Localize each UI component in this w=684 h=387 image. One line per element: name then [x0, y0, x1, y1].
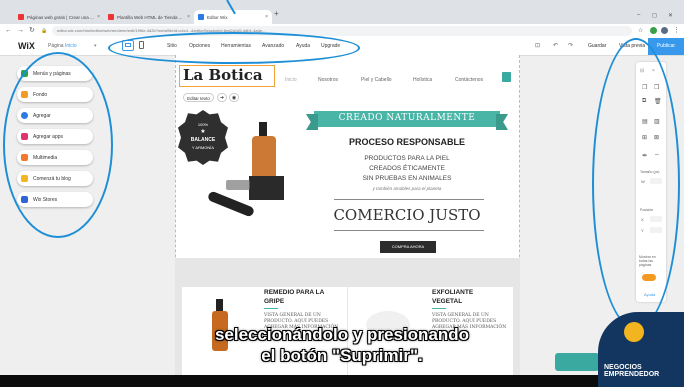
- feature-line-3: SIN PRUEBAS EN ANIMALES: [362, 175, 452, 182]
- card-title: GRIPE: [264, 298, 285, 305]
- lock-icon: 🔒: [41, 28, 48, 34]
- image-tooltip: [226, 180, 250, 190]
- feature-italic: y también amables para el planeta: [372, 186, 442, 191]
- undo-icon[interactable]: ↶: [553, 42, 558, 49]
- site-nav-holistica[interactable]: Holística: [413, 77, 432, 83]
- animation-icon[interactable]: ➜: [217, 93, 227, 102]
- tab-label: Plantilla Web HTML de Tienda ...: [117, 14, 183, 20]
- tab-label: Editor Wix: [207, 14, 228, 20]
- settings-icon[interactable]: ◉: [229, 93, 239, 102]
- proceso-heading: PROCESO RESPONSABLE: [348, 137, 466, 147]
- highlight-right-panel: [592, 38, 680, 330]
- chevron-down-icon[interactable]: ▾: [94, 43, 97, 49]
- close-icon[interactable]: ×: [184, 14, 190, 20]
- card-accent: [432, 308, 446, 309]
- feature-line-2: CREADOS ÉTICAMENTE: [369, 165, 445, 172]
- divider-top: [334, 199, 484, 200]
- site-nav-piel[interactable]: Piel y Cabello: [361, 77, 392, 83]
- sun-icon: [624, 322, 644, 342]
- close-icon[interactable]: ×: [262, 14, 268, 20]
- forward-icon[interactable]: →: [17, 27, 24, 35]
- subtitle: seleccionándolo y presionando el botón "…: [0, 324, 684, 366]
- bottle-label: [249, 176, 284, 200]
- site-nav-contactenos[interactable]: Contáctenos: [455, 77, 483, 83]
- wix-logo[interactable]: WiX: [18, 41, 35, 51]
- badge-percent: 100%: [197, 122, 209, 127]
- new-tab-icon[interactable]: +: [274, 9, 279, 18]
- card-title: REMEDIO PARA LA: [264, 289, 325, 296]
- highlight-left-panel: [3, 52, 113, 238]
- card-title: VEGETAL: [432, 298, 463, 305]
- tab-favicon-icon: [108, 14, 114, 20]
- star-icon: ★: [200, 129, 206, 135]
- brand-text: NEGOCIOS EMPRENDEDOR: [604, 364, 660, 378]
- card-accent: [264, 308, 278, 309]
- divider-bottom: [334, 230, 484, 231]
- brand-badge: NEGOCIOS EMPRENDEDOR: [598, 312, 684, 387]
- redo-icon[interactable]: ↷: [568, 42, 573, 49]
- ribbon-text: CREADO NATURALMENTE: [338, 113, 476, 123]
- subtitle-line-1: seleccionándolo y presionando: [214, 325, 470, 344]
- menu-kebab-icon[interactable]: ⋮: [673, 27, 680, 35]
- browser-tab-1[interactable]: Páginas web gratis | Crear una ... ×: [14, 10, 104, 24]
- badge-subtitle: Y ARMONÍA: [191, 145, 215, 150]
- highlight-top-menu: [108, 32, 360, 64]
- save-button[interactable]: Guardar: [588, 43, 606, 49]
- feature-line-1: PRODUCTOS PARA LA PIEL: [364, 155, 450, 162]
- avatar[interactable]: [661, 27, 668, 34]
- cart-icon[interactable]: [502, 72, 511, 82]
- site-logo[interactable]: La Botica: [183, 66, 263, 84]
- browser-tab-2[interactable]: Plantilla Web HTML de Tienda ... ×: [104, 10, 194, 24]
- back-icon[interactable]: ←: [5, 27, 12, 35]
- address-bar-row: ← → ↻ 🔒 editor.wix.com/html/editor/web/r…: [0, 24, 684, 39]
- bottle-cap: [259, 122, 267, 136]
- maximize-icon[interactable]: ◻: [652, 12, 657, 19]
- comercio-heading: COMERCIO JUSTO: [333, 206, 481, 224]
- reload-icon[interactable]: ↻: [29, 27, 35, 35]
- video-bottom-bar: [0, 375, 684, 387]
- site-nav-nosotros[interactable]: Nosotros: [318, 77, 338, 83]
- zoom-icon[interactable]: ⊡: [535, 42, 540, 49]
- star-icon[interactable]: ☆: [638, 27, 643, 35]
- minimize-icon[interactable]: –: [637, 12, 640, 18]
- site-nav-inicio[interactable]: Inicio: [285, 77, 297, 83]
- page-label: Página: [48, 43, 64, 49]
- badge-title: BALANCE: [190, 137, 216, 143]
- card-body: VISTA GENERAL DE UN: [432, 313, 489, 318]
- browser-tab-strip: Páginas web gratis | Crear una ... × Pla…: [0, 0, 684, 24]
- product-bottle-cap: [216, 299, 223, 311]
- edit-text-button[interactable]: Editar texto: [183, 93, 214, 102]
- url-field[interactable]: editor.wix.com/html/editor/web/renderer/…: [52, 26, 632, 36]
- subtitle-line-2: el botón "Suprimir".: [261, 346, 423, 365]
- extension-icon[interactable]: [650, 27, 657, 34]
- shop-now-button[interactable]: COMPRA AHORA: [380, 241, 436, 253]
- window-close-icon[interactable]: ✕: [668, 12, 673, 19]
- tab-label: Páginas web gratis | Crear una ...: [27, 14, 94, 20]
- tab-favicon-icon: [18, 14, 24, 20]
- tab-favicon-icon: [198, 14, 204, 20]
- page-selector[interactable]: Inicio: [65, 43, 77, 49]
- close-icon[interactable]: ×: [94, 14, 100, 20]
- card-title: EXFOLIANTE: [432, 289, 474, 296]
- card-body: VISTA GENERAL DE UN: [264, 313, 321, 318]
